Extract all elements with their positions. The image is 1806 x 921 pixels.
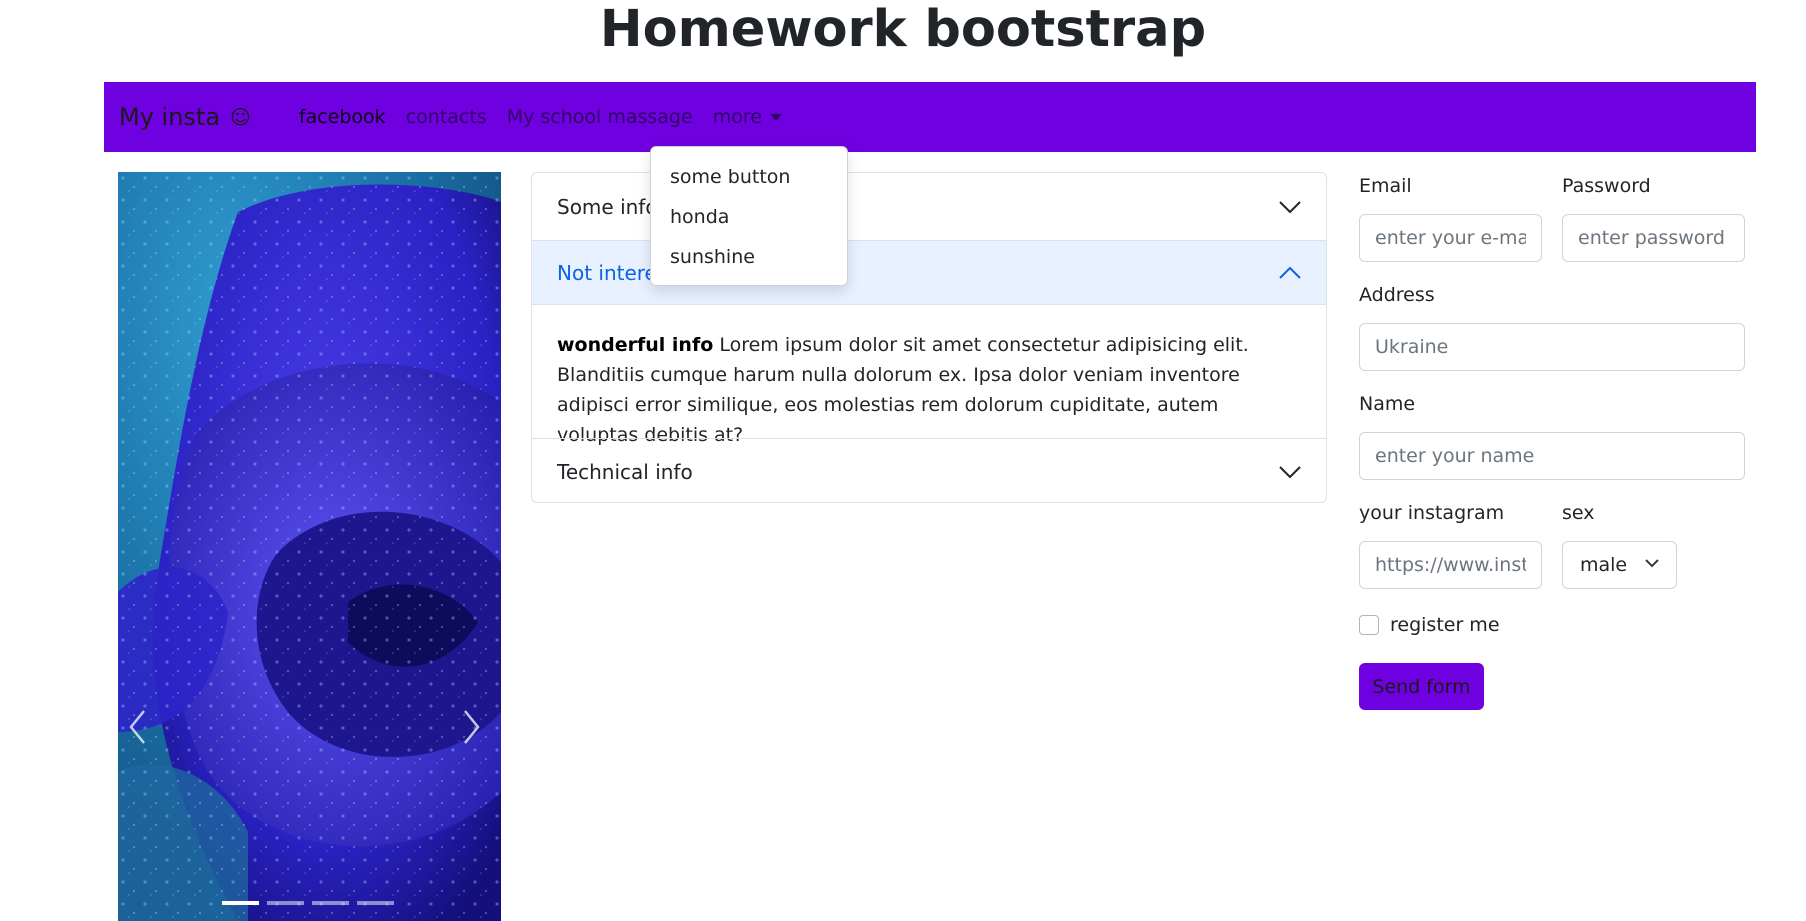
register-checkbox[interactable] <box>1359 615 1379 635</box>
chevron-down-icon <box>1645 559 1659 568</box>
accordion-title: Some info <box>557 194 658 219</box>
smile-icon: ☺ <box>230 105 251 129</box>
carousel-prev-button[interactable] <box>118 702 158 752</box>
nav-dropdown-more[interactable]: more <box>713 106 782 128</box>
password-field[interactable] <box>1562 214 1745 262</box>
navbar: My insta ☺ facebook contacts My school m… <box>104 82 1756 152</box>
address-field[interactable] <box>1359 323 1745 371</box>
nav-link-contacts[interactable]: contacts <box>406 106 487 128</box>
navbar-brand[interactable]: My insta ☺ <box>119 103 251 131</box>
carousel-indicators <box>222 901 394 905</box>
chevron-down-icon <box>1279 200 1301 213</box>
nav-links: facebook contacts My school massage more <box>299 106 782 128</box>
carousel-indicator[interactable] <box>267 901 304 905</box>
nav-link-my-school-massage[interactable]: My school massage <box>507 106 693 128</box>
sex-select[interactable]: male <box>1562 541 1677 589</box>
chevron-right-icon <box>464 710 480 744</box>
dropdown-item-some-button[interactable]: some button <box>651 157 847 197</box>
chevron-up-icon <box>1279 266 1301 279</box>
password-label: Password <box>1562 175 1651 197</box>
email-label: Email <box>1359 175 1412 197</box>
page-title: Homework bootstrap <box>599 0 1207 59</box>
caret-down-icon <box>769 114 782 121</box>
name-label: Name <box>1359 393 1416 415</box>
brand-label: My insta <box>119 103 221 131</box>
instagram-label: your instagram <box>1359 502 1505 524</box>
email-field[interactable] <box>1359 214 1542 262</box>
accordion-title: Technical info <box>557 460 693 484</box>
chevron-left-icon <box>129 710 145 744</box>
accordion-header-technical-info[interactable]: Technical info <box>532 438 1326 502</box>
accordion-body: wonderful info Lorem ipsum dolor sit ame… <box>532 305 1326 446</box>
carousel-indicator[interactable] <box>222 901 259 905</box>
dropdown-menu: some button honda sunshine <box>650 146 848 286</box>
send-form-button[interactable]: Send form <box>1359 663 1484 710</box>
carousel-image <box>118 172 501 921</box>
carousel-next-button[interactable] <box>451 702 491 752</box>
chevron-down-icon <box>1279 466 1301 479</box>
nav-dropdown-label: more <box>712 106 762 128</box>
register-label: register me <box>1390 614 1500 636</box>
carousel-indicator[interactable] <box>357 901 394 905</box>
nav-link-facebook[interactable]: facebook <box>299 106 386 128</box>
dropdown-item-sunshine[interactable]: sunshine <box>651 237 847 277</box>
accordion-body-bold: wonderful info <box>557 334 714 356</box>
name-field[interactable] <box>1359 432 1745 480</box>
dropdown-item-honda[interactable]: honda <box>651 197 847 237</box>
address-label: Address <box>1359 284 1435 306</box>
image-carousel <box>118 172 501 921</box>
sex-select-value: male <box>1580 554 1628 576</box>
sex-label: sex <box>1562 502 1595 524</box>
carousel-indicator[interactable] <box>312 901 349 905</box>
instagram-field[interactable] <box>1359 541 1542 589</box>
